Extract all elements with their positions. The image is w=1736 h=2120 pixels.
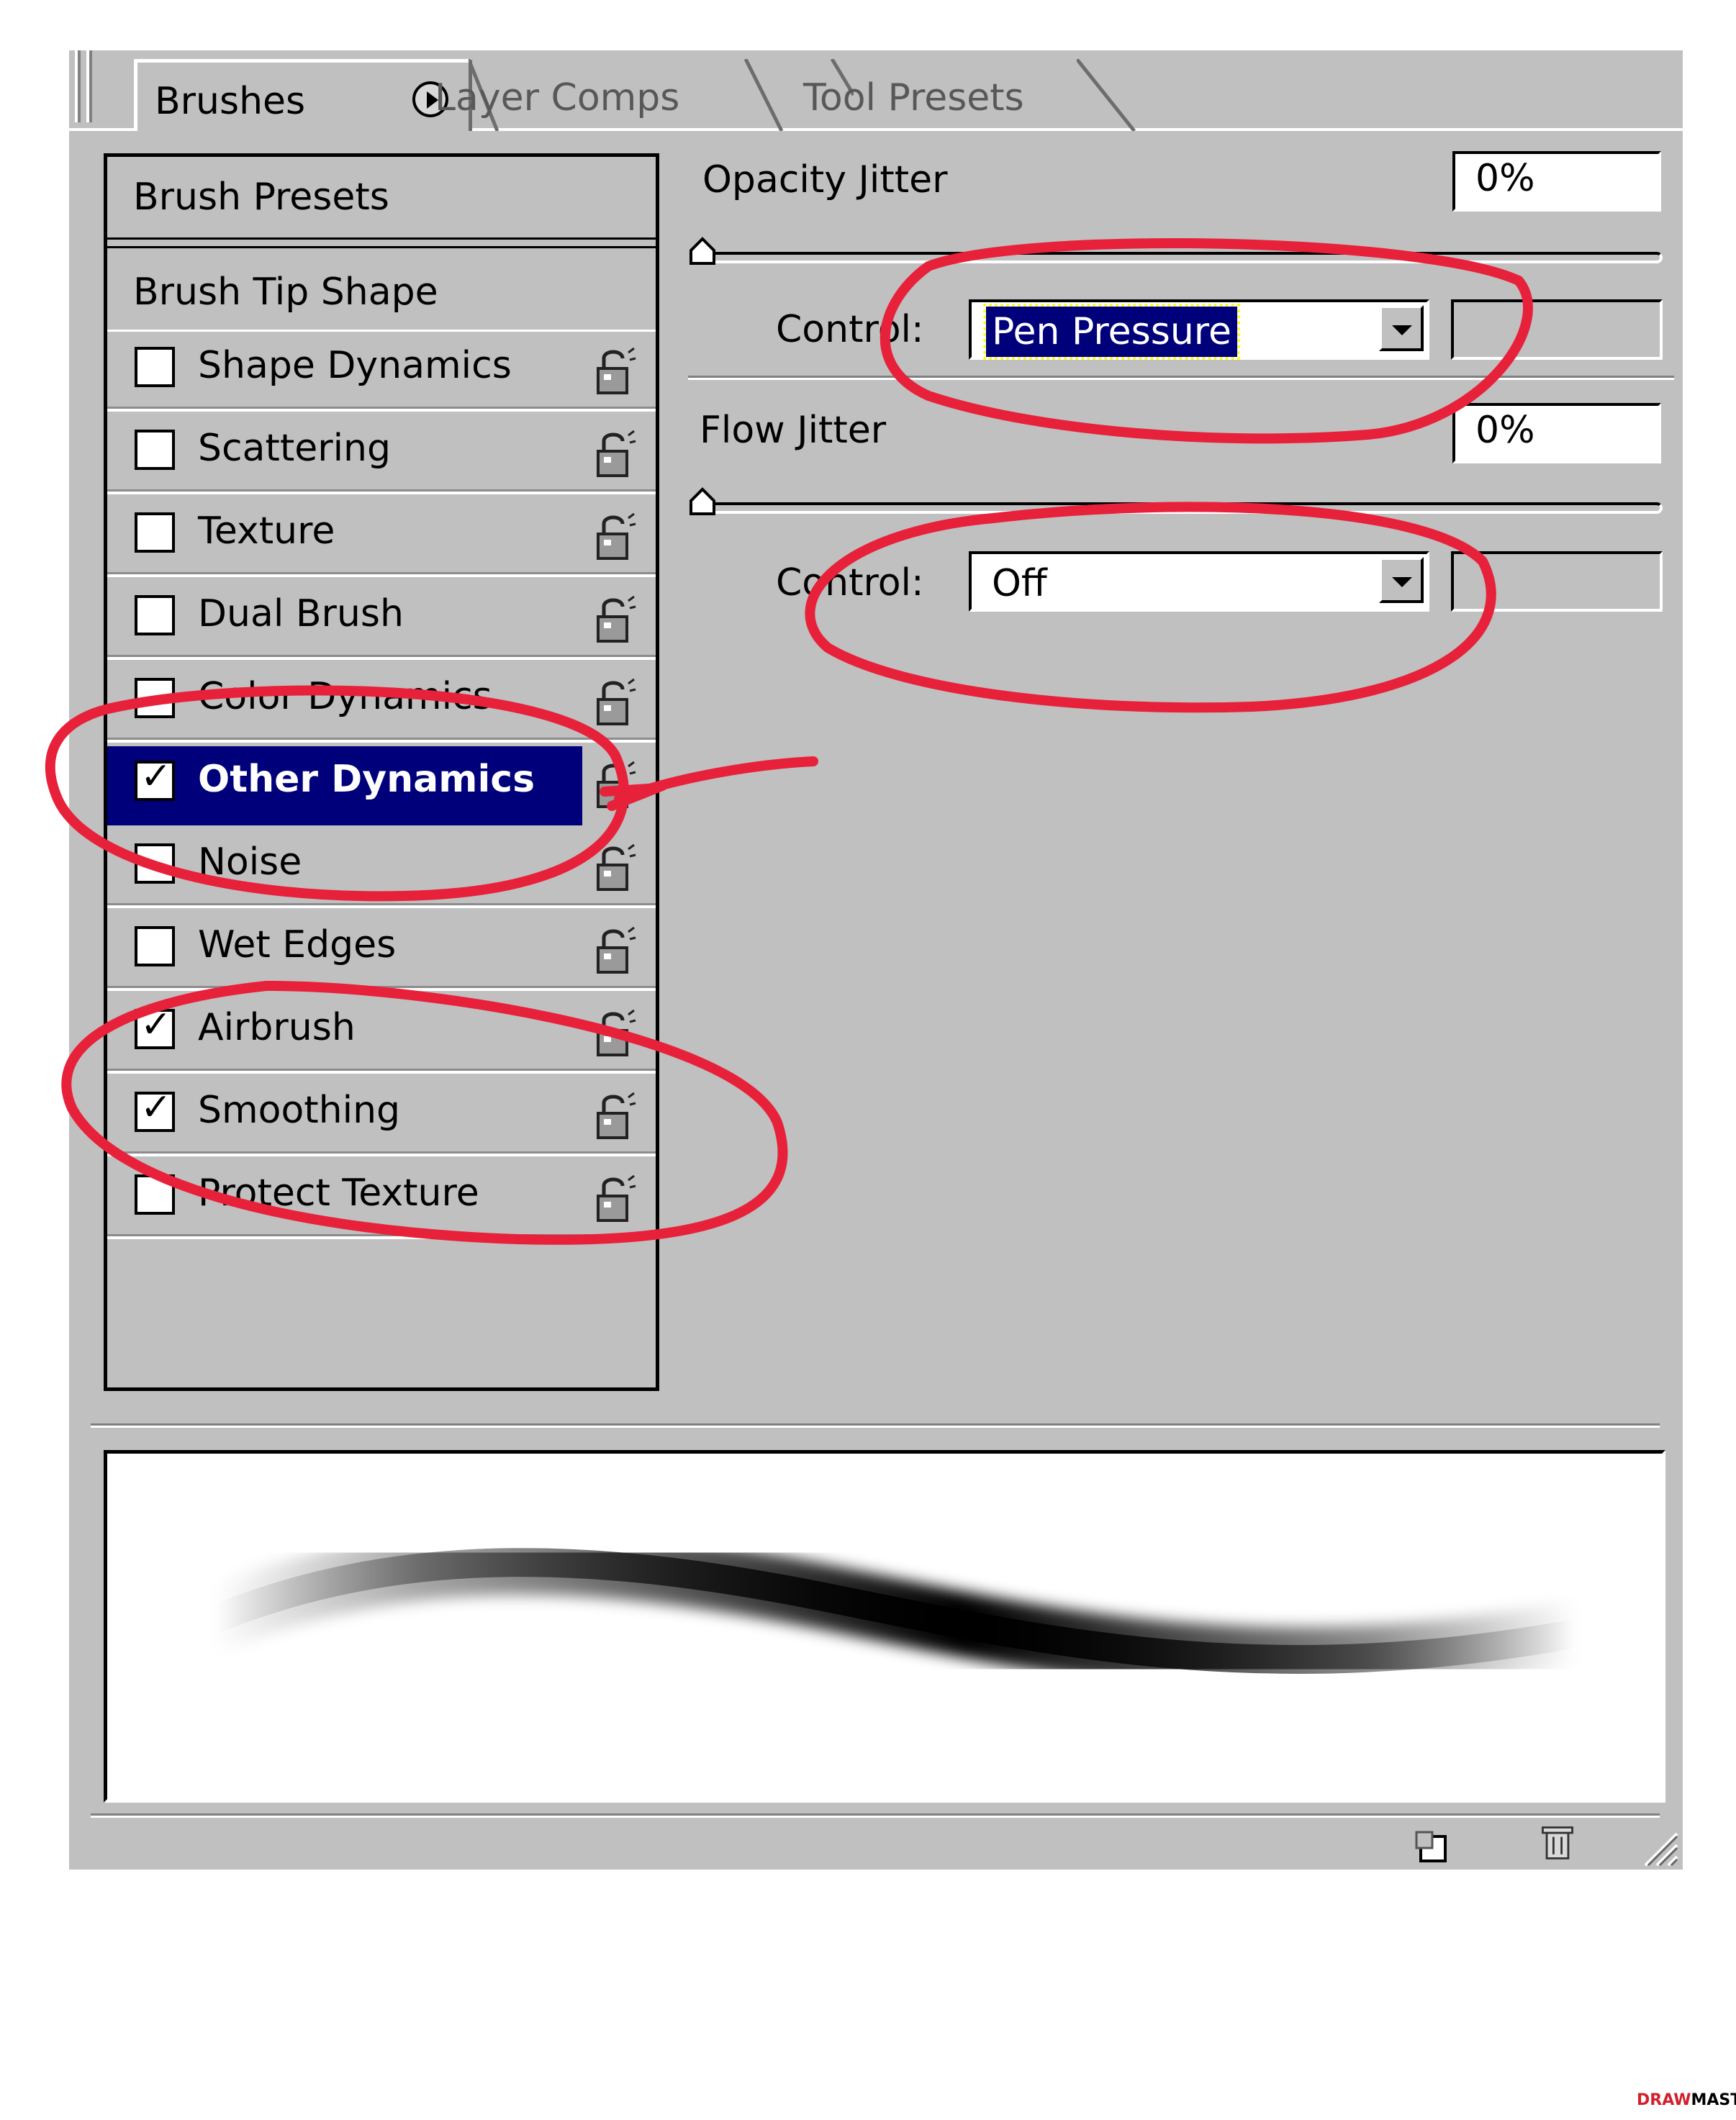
sidebar-item-label: Scattering [198, 427, 392, 470]
row-separator [107, 655, 656, 660]
sidebar-item-label: Color Dynamics [198, 675, 492, 718]
lock-icon[interactable] [594, 1174, 637, 1223]
settings-divider [688, 376, 1674, 380]
tab-brushes-label: Brushes [155, 80, 306, 123]
list-separator [107, 237, 656, 240]
brushes-panel: Brushes Layer Comps Tool Presets Brush P… [69, 50, 1683, 1870]
sidebar-item-label: Texture [198, 509, 335, 553]
sidebar-item-airbrush[interactable]: Airbrush [107, 995, 656, 1074]
lock-icon[interactable] [594, 512, 637, 561]
flow-jitter-slider[interactable] [695, 502, 1663, 514]
sidebar-item-label: Other Dynamics [198, 758, 535, 801]
row-separator [107, 738, 656, 743]
sidebar-item-label: Smoothing [198, 1089, 401, 1132]
sidebar-item-protect-texture[interactable]: Protect Texture [107, 1160, 656, 1239]
panel-grip-left [75, 50, 81, 122]
opacity-control-value: Pen Pressure [982, 304, 1241, 360]
opacity-jitter-slider[interactable] [695, 252, 1663, 263]
sidebar-item-smoothing[interactable]: Smoothing [107, 1077, 656, 1156]
tab-tool-presets[interactable]: Tool Presets [803, 79, 1024, 117]
wet-edges-checkbox[interactable] [135, 926, 175, 966]
flow-jitter-slider-thumb[interactable] [688, 486, 717, 515]
flow-control-label: Control: [776, 561, 924, 604]
brush-stroke-preview [104, 1450, 1665, 1803]
lock-icon[interactable] [594, 843, 637, 892]
resize-grip-icon[interactable] [1638, 1826, 1678, 1867]
sidebar-item-label: Protect Texture [198, 1172, 479, 1215]
row-separator [107, 986, 656, 991]
row-separator [107, 407, 656, 412]
opacity-jitter-slider-thumb[interactable] [688, 236, 717, 265]
airbrush-checkbox[interactable] [135, 1003, 175, 1049]
lock-icon[interactable] [594, 430, 637, 479]
brush-settings-list: Brush Presets Brush Tip Shape Shape Dyna… [104, 153, 659, 1391]
tab-brushes[interactable]: Brushes [134, 59, 472, 131]
flow-control-value: Off [992, 562, 1047, 605]
lock-icon[interactable] [594, 1092, 637, 1141]
sidebar-item-color-dynamics[interactable]: Color Dynamics [107, 663, 656, 743]
lock-icon[interactable] [594, 347, 637, 396]
lock-icon[interactable] [594, 1009, 637, 1058]
opacity-jitter-label: Opacity Jitter [702, 158, 948, 201]
sidebar-item-label: Shape Dynamics [198, 344, 512, 387]
new-brush-icon[interactable] [1414, 1826, 1454, 1867]
dual-brush-checkbox[interactable] [135, 595, 175, 635]
row-separator [107, 1234, 656, 1239]
chevron-down-icon[interactable] [1379, 557, 1424, 603]
row-separator [107, 1069, 656, 1074]
flow-control-extra-field [1451, 551, 1663, 612]
stroke-preview-graphic [183, 1530, 1608, 1692]
watermark-part2: MASTER.RU [1691, 2091, 1736, 2109]
chevron-down-icon[interactable] [1379, 305, 1424, 351]
sidebar-item-other-dynamics[interactable]: Other Dynamics [107, 746, 636, 825]
sidebar-item-scattering[interactable]: Scattering [107, 415, 656, 494]
texture-checkbox[interactable] [135, 512, 175, 553]
opacity-control-select[interactable]: Pen Pressure [969, 299, 1429, 360]
flow-control-select[interactable]: Off [969, 551, 1429, 612]
row-separator [107, 903, 656, 908]
preview-separator [91, 1423, 1660, 1428]
sidebar-item-texture[interactable]: Texture [107, 498, 656, 577]
watermark-part1: DRAW [1637, 2091, 1691, 2109]
sidebar-item-label: Wet Edges [198, 923, 397, 966]
shape-dynamics-checkbox[interactable] [135, 347, 175, 387]
tab-layer-comps[interactable]: Layer Comps [435, 79, 679, 117]
opacity-control-extra-field [1451, 299, 1663, 360]
list-separator [107, 330, 656, 332]
lock-icon[interactable] [594, 595, 637, 644]
sidebar-item-noise[interactable]: Noise [107, 829, 656, 908]
bottom-bar-separator [91, 1813, 1660, 1818]
row-separator [107, 1151, 656, 1156]
sidebar-item-label: Dual Brush [198, 592, 404, 635]
protect-texture-checkbox[interactable] [135, 1174, 175, 1215]
lock-icon[interactable] [594, 761, 637, 810]
trash-icon[interactable] [1537, 1822, 1578, 1862]
sidebar-item-label: Airbrush [198, 1006, 356, 1049]
color-dynamics-checkbox[interactable] [135, 678, 175, 718]
sidebar-item-shape-dynamics[interactable]: Shape Dynamics [107, 332, 656, 412]
flow-jitter-label: Flow Jitter [700, 409, 887, 452]
tab-edge-icon [1077, 59, 1136, 131]
flow-jitter-input[interactable]: 0% [1452, 403, 1661, 463]
panel-grip-right [86, 50, 92, 122]
opacity-control-label: Control: [776, 308, 924, 351]
lock-icon[interactable] [594, 678, 637, 727]
row-separator [107, 572, 656, 577]
row-separator [107, 489, 656, 494]
sidebar-item-label: Noise [198, 841, 302, 884]
site-watermark: DRAWMASTER.RU [1637, 2091, 1736, 2109]
brush-tip-shape-item[interactable]: Brush Tip Shape [133, 271, 682, 314]
sidebar-item-dual-brush[interactable]: Dual Brush [107, 581, 656, 660]
scattering-checkbox[interactable] [135, 430, 175, 470]
opacity-jitter-input[interactable]: 0% [1452, 151, 1661, 212]
sidebar-item-wet-edges[interactable]: Wet Edges [107, 912, 656, 991]
lock-icon[interactable] [594, 926, 637, 975]
smoothing-checkbox[interactable] [135, 1086, 175, 1132]
other-dynamics-checkbox[interactable] [135, 755, 175, 801]
list-separator [107, 246, 656, 248]
noise-checkbox[interactable] [135, 843, 175, 884]
brush-presets-item[interactable]: Brush Presets [133, 176, 682, 219]
